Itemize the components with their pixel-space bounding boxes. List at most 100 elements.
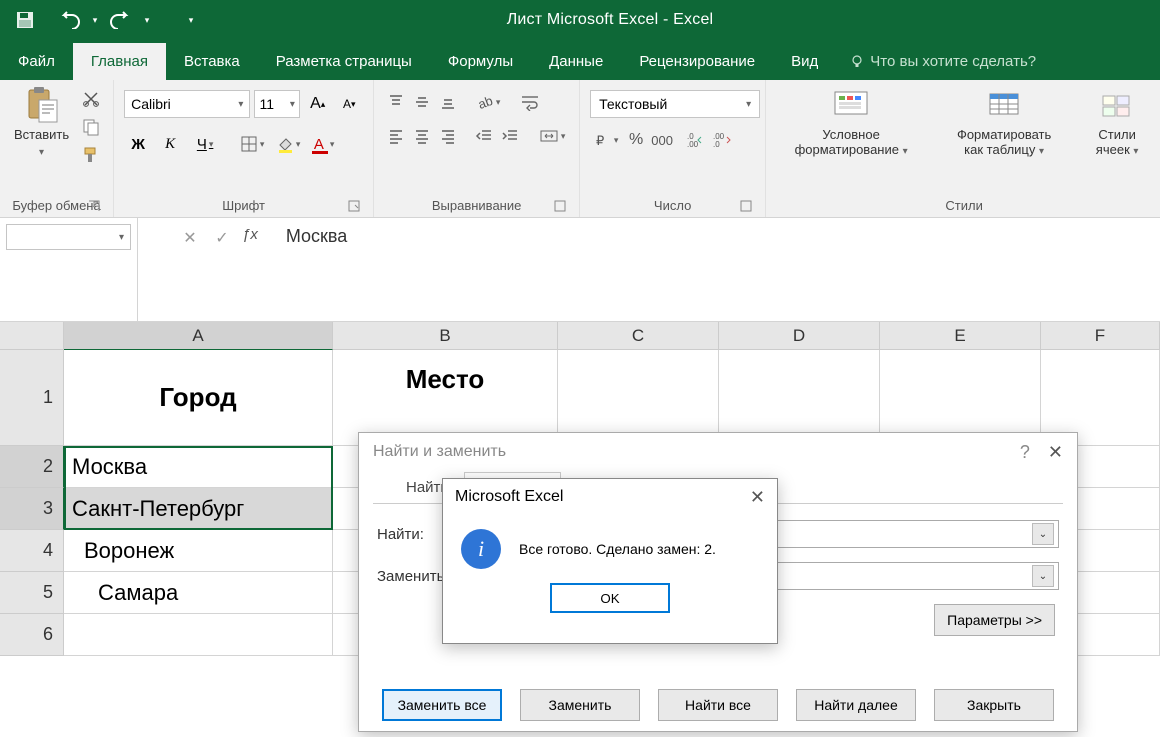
save-button[interactable] [8,0,42,40]
format-as-table-label: Форматировать как таблицу [957,127,1051,157]
help-icon[interactable]: ? [1020,442,1030,463]
underline-button[interactable]: Ч▾ [188,130,222,158]
undo-dropdown[interactable]: ▾ [86,15,104,26]
tab-file[interactable]: Файл [0,43,73,80]
find-next-button[interactable]: Найти далее [796,689,916,721]
redo-dropdown[interactable]: ▾ [138,15,156,26]
tab-review[interactable]: Рецензирование [621,43,773,80]
increase-font-button[interactable]: A▴ [304,90,332,118]
row-header-3[interactable]: 3 [0,488,64,530]
col-header-F[interactable]: F [1041,322,1160,350]
cell-A1[interactable]: Город [64,350,333,446]
conditional-formatting-button[interactable]: Условное форматирование ▾ [776,84,926,160]
qat-customize[interactable]: ▾ [182,15,200,26]
cell-A5[interactable]: Самара [64,572,333,614]
dialog-launcher-icon[interactable] [553,199,567,213]
copy-button[interactable] [79,116,103,138]
tab-insert[interactable]: Вставка [166,43,258,80]
align-bottom-icon [439,93,457,111]
chevron-down-icon[interactable]: ⌄ [1032,523,1054,545]
wrap-text-button[interactable] [518,90,542,114]
borders-icon [240,135,258,153]
paste-button[interactable]: Вставить ▾ [10,84,73,160]
name-box[interactable]: ▾ [0,218,138,321]
align-top-button[interactable] [384,90,408,114]
italic-button[interactable]: К [156,130,184,158]
redo-button[interactable] [104,0,138,40]
close-button[interactable]: Закрыть [934,689,1054,721]
decrease-indent-button[interactable] [472,124,496,148]
format-as-table-button[interactable]: Форматировать как таблицу ▾ [944,84,1064,160]
font-color-button[interactable]: A▾ [308,132,340,156]
dialog-launcher-icon[interactable] [87,199,101,213]
fx-label[interactable]: ƒx [238,226,268,243]
cell-A6[interactable] [64,614,333,656]
row-header-5[interactable]: 5 [0,572,64,614]
chevron-down-icon[interactable]: ⌄ [1032,565,1054,587]
increase-indent-button[interactable] [498,124,522,148]
cell-styles-button[interactable]: Стили ячеек ▾ [1082,84,1152,160]
dialog-launcher-icon[interactable] [739,199,753,213]
align-bottom-button[interactable] [436,90,460,114]
accounting-format-button[interactable]: ₽▾ [590,128,622,152]
accept-edit-button[interactable]: ✓ [206,226,238,250]
svg-text:.0: .0 [713,140,720,149]
cell-A2[interactable]: Москва [64,446,333,488]
increase-decimal-button[interactable]: .0.00 [684,128,708,152]
find-dialog-title: Найти и заменить [373,443,506,461]
window-title: Лист Microsoft Excel - Excel [200,11,1020,29]
find-all-button[interactable]: Найти все [658,689,778,721]
close-icon[interactable]: ✕ [1048,442,1063,463]
tab-data[interactable]: Данные [531,43,621,80]
col-header-C[interactable]: C [558,322,719,350]
select-all-corner[interactable] [0,322,64,350]
options-button[interactable]: Параметры >> [934,604,1055,636]
align-middle-button[interactable] [410,90,434,114]
replace-button[interactable]: Заменить [520,689,640,721]
font-size-combo[interactable]: 11▾ [254,90,299,118]
merge-center-button[interactable]: ▾ [536,124,568,148]
undo-button[interactable] [52,0,86,40]
align-left-button[interactable] [384,124,408,148]
align-left-icon [387,127,405,145]
dialog-launcher-icon[interactable] [347,199,361,213]
align-center-button[interactable] [410,124,434,148]
format-painter-button[interactable] [79,144,103,166]
align-right-button[interactable] [436,124,460,148]
comma-style-button[interactable]: 000 [650,128,674,152]
col-header-E[interactable]: E [880,322,1041,350]
decrease-decimal-button[interactable]: .00.0 [710,128,734,152]
number-format-combo[interactable]: Текстовый▾ [590,90,760,118]
row-header-4[interactable]: 4 [0,530,64,572]
formula-bar-value[interactable]: Москва [268,226,347,247]
ok-button[interactable]: OK [550,583,670,613]
row-header-2[interactable]: 2 [0,446,64,488]
message-title: Microsoft Excel [455,488,563,506]
close-icon[interactable]: ✕ [750,487,765,508]
font-name-combo[interactable]: Calibri▾ [124,90,250,118]
cell-A4[interactable]: Воронеж [64,530,333,572]
cut-button[interactable] [79,88,103,110]
orientation-button[interactable]: ab▾ [472,90,504,114]
tab-view[interactable]: Вид [773,43,836,80]
borders-button[interactable]: ▾ [236,132,268,156]
cancel-edit-button[interactable]: ✕ [174,226,206,250]
replace-all-button[interactable]: Заменить все [382,689,502,721]
fill-color-icon [276,135,294,153]
align-center-icon [413,127,431,145]
tab-page-layout[interactable]: Разметка страницы [258,43,430,80]
row-header-1[interactable]: 1 [0,350,64,446]
cell-A3[interactable]: Сакнт-Петербург [64,488,333,530]
bold-button[interactable]: Ж [124,130,152,158]
fill-color-button[interactable]: ▾ [272,132,304,156]
message-dialog: Microsoft Excel ✕ i Все готово. Сделано … [442,478,778,644]
percent-button[interactable]: % [624,128,648,152]
tab-formulas[interactable]: Формулы [430,43,531,80]
col-header-A[interactable]: A [64,322,333,350]
tab-home[interactable]: Главная [73,43,166,80]
col-header-B[interactable]: B [333,322,558,350]
row-header-6[interactable]: 6 [0,614,64,656]
tell-me[interactable]: Что вы хотите сделать? [836,43,1050,80]
decrease-font-button[interactable]: A▾ [336,90,364,118]
col-header-D[interactable]: D [719,322,880,350]
